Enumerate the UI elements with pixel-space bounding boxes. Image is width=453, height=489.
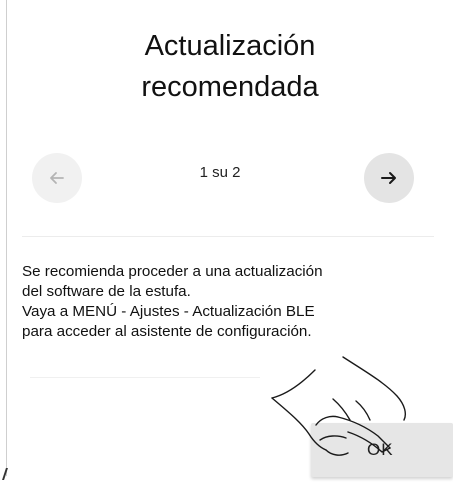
ok-button-label: OK: [367, 440, 394, 459]
next-page-button[interactable]: [364, 153, 414, 203]
previous-page-button[interactable]: [32, 153, 82, 203]
message-line-4: para acceder al asistente de configuraci…: [22, 323, 312, 340]
update-dialog-screen: Actualización recomendada 1 su 2 Se reco…: [0, 0, 453, 489]
message-line-2: del software de la estufa.: [22, 283, 191, 300]
corner-mark: [2, 468, 14, 480]
dialog-title-line-1: Actualización: [144, 30, 316, 62]
dialog-title: Actualización recomendada: [20, 26, 440, 108]
left-edge-divider: [6, 0, 7, 476]
dialog-title-line-2: recomendada: [141, 71, 319, 103]
arrow-right-icon: [381, 172, 396, 184]
message-line-1: Se recomienda proceder a una actualizaci…: [22, 263, 323, 280]
faint-divider: [30, 377, 260, 378]
pager: 1 su 2: [20, 150, 440, 212]
arrow-left-icon: [50, 172, 64, 184]
ok-button[interactable]: OK: [311, 423, 453, 477]
message-line-3: Vaya a MENÚ - Ajustes - Actualización BL…: [22, 303, 315, 320]
page-indicator: 1 su 2: [199, 164, 241, 181]
section-divider: [22, 236, 434, 237]
update-message: Se recomienda proceder a una actualizaci…: [22, 262, 447, 342]
